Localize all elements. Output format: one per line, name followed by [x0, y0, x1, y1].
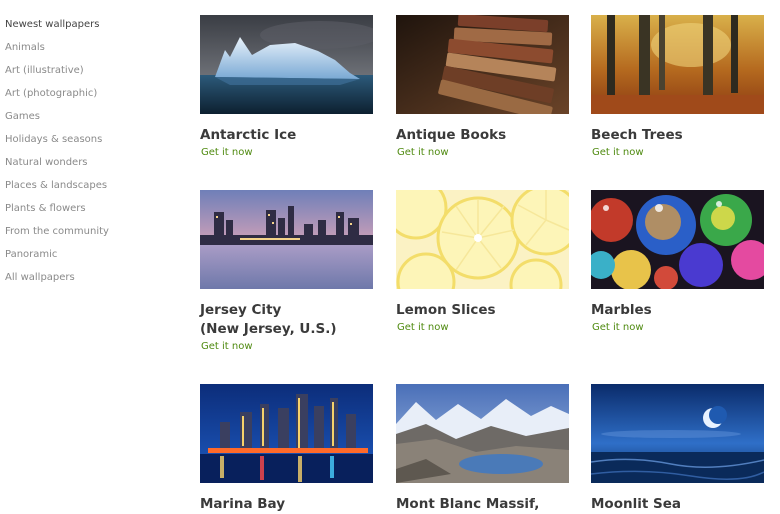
sidebar-item-games[interactable]: Games — [5, 105, 185, 128]
sidebar-item-panoramic[interactable]: Panoramic — [5, 243, 185, 266]
antarctic-ice-image — [200, 15, 373, 114]
wallpaper-title: Marina Bay — [200, 496, 286, 512]
sidebar-item-all-wallpapers[interactable]: All wallpapers — [5, 266, 185, 289]
get-it-now-link[interactable]: Get it now — [397, 147, 449, 158]
wallpaper-thumbnail[interactable] — [396, 190, 569, 289]
get-it-now-link[interactable]: Get it now — [592, 322, 644, 333]
wallpaper-title: Mont Blanc Massif, — [396, 496, 540, 512]
sidebar-item-natural-wonders[interactable]: Natural wonders — [5, 151, 185, 174]
wallpaper-title: Lemon Slices — [396, 302, 496, 318]
wallpaper-title: Jersey City (New Jersey, U.S.) — [200, 301, 400, 339]
get-it-now-link[interactable]: Get it now — [201, 147, 253, 158]
wallpaper-thumbnail[interactable] — [396, 384, 569, 483]
beech-trees-image — [591, 15, 764, 114]
wallpaper-title: Marbles — [591, 302, 652, 318]
sidebar-item-places-landscapes[interactable]: Places & landscapes — [5, 174, 185, 197]
wallpaper-thumbnail[interactable] — [396, 15, 569, 114]
antique-books-image — [396, 15, 569, 114]
wallpaper-title: Moonlit Sea — [591, 496, 681, 512]
get-it-now-link[interactable]: Get it now — [592, 147, 644, 158]
moonlit-sea-image — [591, 384, 764, 483]
wallpaper-title: Antarctic Ice — [200, 127, 297, 143]
wallpaper-thumbnail[interactable] — [200, 15, 373, 114]
sidebar-item-newest-wallpapers[interactable]: Newest wallpapers — [5, 13, 185, 36]
sidebar-item-holidays-seasons[interactable]: Holidays & seasons — [5, 128, 185, 151]
sidebar-item-animals[interactable]: Animals — [5, 36, 185, 59]
wallpaper-title: Antique Books — [396, 127, 507, 143]
sidebar-item-art-photographic[interactable]: Art (photographic) — [5, 82, 185, 105]
mont-blanc-massif-image — [396, 384, 569, 483]
sidebar-item-plants-flowers[interactable]: Plants & flowers — [5, 197, 185, 220]
category-sidebar: Newest wallpapers Animals Art (illustrat… — [5, 13, 185, 289]
wallpaper-thumbnail[interactable] — [591, 15, 764, 114]
wallpaper-title-line2: (New Jersey, U.S.) — [200, 321, 337, 337]
wallpaper-thumbnail[interactable] — [591, 384, 764, 483]
marina-bay-image — [200, 384, 373, 483]
jersey-city-image — [200, 190, 373, 289]
wallpaper-thumbnail[interactable] — [591, 190, 764, 289]
get-it-now-link[interactable]: Get it now — [201, 341, 253, 352]
get-it-now-link[interactable]: Get it now — [397, 322, 449, 333]
wallpaper-thumbnail[interactable] — [200, 190, 373, 289]
marbles-image — [591, 190, 764, 289]
lemon-slices-image — [396, 190, 569, 289]
wallpaper-title: Beech Trees — [591, 127, 683, 143]
wallpaper-title-line1: Jersey City — [200, 302, 282, 318]
sidebar-item-from-the-community[interactable]: From the community — [5, 220, 185, 243]
wallpaper-thumbnail[interactable] — [200, 384, 373, 483]
sidebar-item-art-illustrative[interactable]: Art (illustrative) — [5, 59, 185, 82]
